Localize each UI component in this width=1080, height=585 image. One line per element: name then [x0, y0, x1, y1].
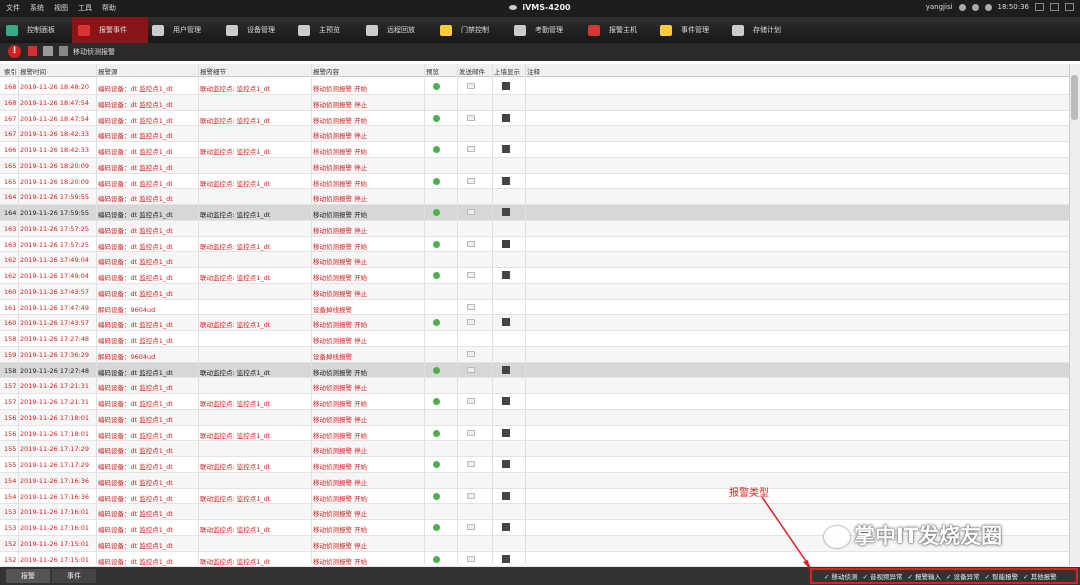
column-divider: [457, 64, 458, 564]
column-divider: [198, 64, 199, 564]
column-divider: [96, 64, 97, 564]
watermark-text: 掌中IT发烧友圈: [854, 524, 1003, 548]
column-divider: [492, 64, 493, 564]
annotation-arrow: [761, 496, 811, 569]
wechat-icon: [824, 526, 850, 548]
watermark: 掌中IT发烧友圈: [824, 520, 1002, 550]
column-divider: [311, 64, 312, 564]
annotation-label: 报警类型: [729, 488, 769, 499]
column-divider: [18, 64, 19, 564]
column-divider: [525, 64, 526, 564]
column-divider: [424, 64, 425, 564]
